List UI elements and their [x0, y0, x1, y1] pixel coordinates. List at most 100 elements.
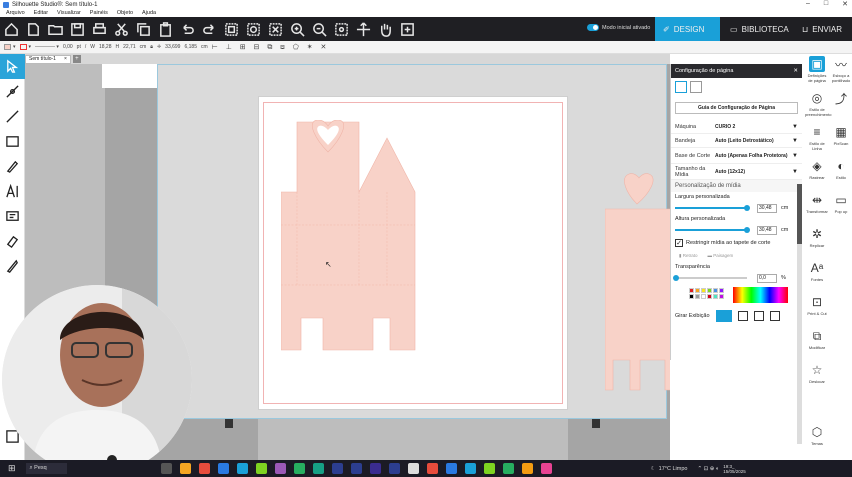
draw-tool[interactable]: [0, 154, 25, 179]
right-tool-popup[interactable]: ▭ Pop up: [829, 192, 852, 214]
width-slider[interactable]: 30,48 cm: [675, 202, 798, 214]
eraser-tool[interactable]: [0, 229, 25, 254]
app-icon-8[interactable]: [312, 463, 324, 474]
right-tool-curve[interactable]: ⤴: [829, 90, 852, 107]
right-tool-transform[interactable]: ⇹ Transformar: [805, 192, 829, 214]
tab-design[interactable]: ✐ DESIGN: [655, 17, 720, 41]
right-tool-print-cut[interactable]: ⊡ Print & Cut: [805, 294, 829, 316]
line-color-picker[interactable]: ▾: [19, 44, 31, 50]
app-icon-5[interactable]: [255, 463, 267, 474]
right-tool-pix[interactable]: ▦ PixScan: [829, 124, 852, 146]
point-edit-tool[interactable]: [0, 79, 25, 104]
color-picker[interactable]: [675, 286, 798, 306]
right-tool-offset[interactable]: ☆ Deslocar: [805, 362, 829, 384]
rectangle-tool[interactable]: [0, 129, 25, 154]
redo-button[interactable]: [198, 18, 220, 40]
tab-enviar[interactable]: ⊔ ENVIAR: [794, 17, 850, 41]
color-swatch-1[interactable]: [695, 288, 700, 293]
fullscreen-button[interactable]: [396, 18, 418, 40]
cut-button[interactable]: [110, 18, 132, 40]
gift-box-copy[interactable]: [605, 164, 670, 394]
restrict-row[interactable]: ✓ Restringir mídia ao tapete de corte: [671, 236, 802, 250]
line-style-picker[interactable]: ———— ▾: [35, 44, 59, 50]
transparency-knob[interactable]: [673, 275, 679, 281]
rotate-270-button[interactable]: [769, 311, 780, 321]
ungroup-button[interactable]: [242, 18, 264, 40]
app-icon-2[interactable]: [198, 463, 210, 474]
close-window-button[interactable]: ✕: [842, 0, 848, 8]
save-button[interactable]: [66, 18, 88, 40]
color-swatch-5[interactable]: [719, 288, 724, 293]
right-tool-page-settings[interactable]: ▣ Definições de página: [805, 56, 829, 83]
color-swatch-8[interactable]: [701, 294, 706, 299]
media-size-row[interactable]: Tamanho da Mídia Auto (12x12) ▼: [671, 164, 802, 180]
zoom-select-button[interactable]: [330, 18, 352, 40]
text-tool[interactable]: [0, 179, 25, 204]
mode-toggle[interactable]: Modo inicial ativado: [587, 24, 650, 31]
lock-icon[interactable]: 🔒︎: [150, 44, 153, 50]
group-button[interactable]: [220, 18, 242, 40]
width-input[interactable]: 30,48: [757, 203, 777, 213]
line-tool[interactable]: [0, 104, 25, 129]
gift-box-design[interactable]: [281, 120, 461, 352]
height-value[interactable]: 22,71: [123, 44, 136, 50]
guide-button[interactable]: Guia de Configuração de Página: [675, 102, 798, 114]
restrict-checkbox[interactable]: ✓: [675, 239, 683, 247]
tab-biblioteca[interactable]: ▭ BIBLIOTECA: [722, 17, 797, 41]
app-icon-19[interactable]: [521, 463, 533, 474]
menu-editar[interactable]: Editar: [34, 10, 48, 16]
color-swatch-10[interactable]: [713, 294, 718, 299]
weather-text[interactable]: 17°C Limpo: [659, 466, 688, 472]
color-swatch-7[interactable]: [695, 294, 700, 299]
app-icon-20[interactable]: [540, 463, 552, 474]
media-tab-icon[interactable]: [675, 81, 687, 93]
menu-paineis[interactable]: Painéis: [90, 10, 108, 16]
fit-page-button[interactable]: [352, 18, 374, 40]
app-icon-9[interactable]: [331, 463, 343, 474]
width-slider-knob[interactable]: [744, 205, 750, 211]
height-slider-knob[interactable]: [744, 227, 750, 233]
rotate-0-button[interactable]: [715, 310, 732, 322]
app-icon-10[interactable]: [350, 463, 362, 474]
zoom-out-button[interactable]: [308, 18, 330, 40]
cutting-base-row[interactable]: Base de Corte Auto (Apenas Folha Protetor…: [671, 148, 802, 164]
y-value[interactable]: 6,185: [184, 44, 197, 50]
app-icon-15[interactable]: [445, 463, 457, 474]
app-icon-14[interactable]: [426, 463, 438, 474]
pan-button[interactable]: [374, 18, 396, 40]
align-icons[interactable]: ⊢ ⊥ ⊞ ⊟ ⧉ ⧈ ⬠ ✶ ✕: [212, 43, 330, 52]
taskbar-search[interactable]: ⌕ Pesq: [25, 463, 67, 474]
panel-scrollbar[interactable]: [797, 184, 802, 444]
note-tool[interactable]: [0, 204, 25, 229]
transparency-slider[interactable]: 0,0 %: [673, 272, 798, 284]
clock[interactable]: 19:3_ 15/05/2025: [723, 464, 746, 474]
paste-button[interactable]: [154, 18, 176, 40]
right-tool-modify[interactable]: ⧉ Modificar: [805, 328, 829, 351]
machine-row[interactable]: Máquina CURIO 2 ▼: [671, 120, 802, 134]
maximize-button[interactable]: □: [824, 0, 828, 8]
add-tab-button[interactable]: +: [72, 55, 81, 63]
height-slider[interactable]: 30,48 cm: [675, 224, 798, 236]
transparency-input[interactable]: 0,0: [757, 273, 777, 283]
menu-arquivo[interactable]: Arquivo: [6, 10, 25, 16]
menu-visualizar[interactable]: Visualizar: [57, 10, 81, 16]
grid-tab-icon[interactable]: [690, 81, 702, 93]
print-button[interactable]: [88, 18, 110, 40]
menu-ajuda[interactable]: Ajuda: [142, 10, 156, 16]
width-value[interactable]: 18,28: [99, 44, 112, 50]
mode-switch[interactable]: [587, 24, 599, 31]
color-spectrum[interactable]: [733, 287, 788, 303]
scrollbar-thumb[interactable]: [797, 184, 802, 244]
color-swatch-2[interactable]: [701, 288, 706, 293]
color-swatch-6[interactable]: [689, 294, 694, 299]
right-tool-themes[interactable]: ⬡ Temas: [805, 424, 829, 446]
task-view-icon[interactable]: [160, 463, 172, 474]
close-tab-icon[interactable]: ×: [64, 56, 67, 62]
height-input[interactable]: 30,48: [757, 225, 777, 235]
undo-button[interactable]: [176, 18, 198, 40]
app-icon-11[interactable]: [369, 463, 381, 474]
line-width-value[interactable]: 0,00: [63, 44, 73, 50]
right-tool-line-style[interactable]: ≡ Estilo de Linha: [805, 124, 829, 151]
app-icon-12[interactable]: [388, 463, 400, 474]
app-icon-16[interactable]: [464, 463, 476, 474]
